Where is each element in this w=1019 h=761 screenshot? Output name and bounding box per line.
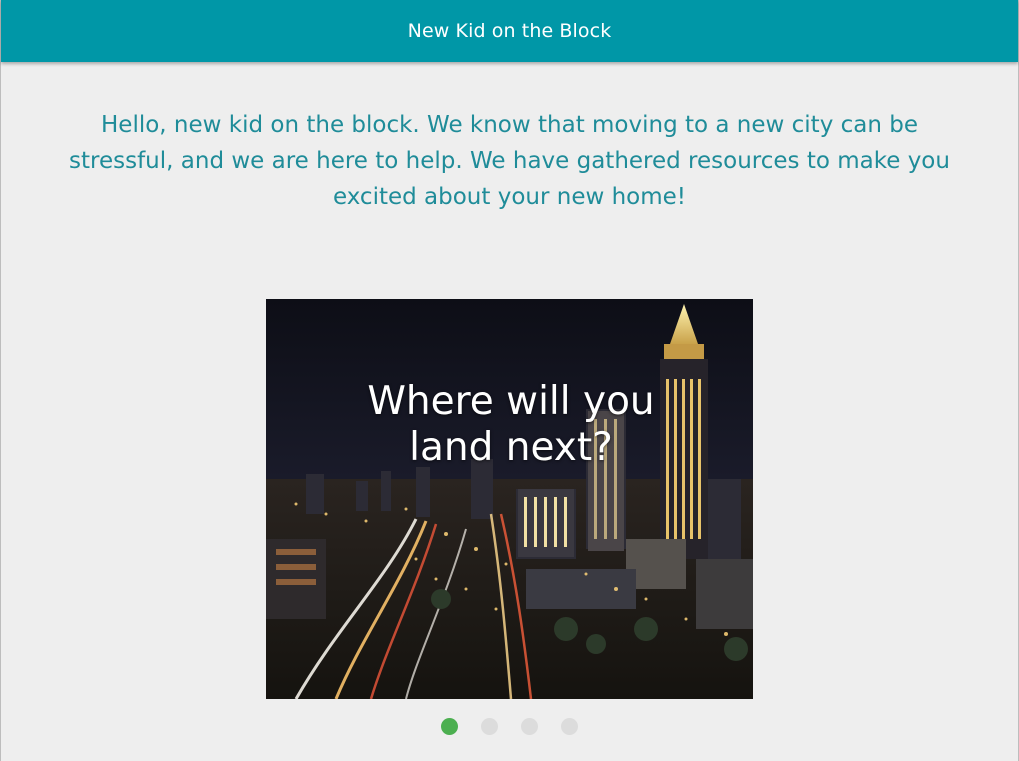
page: New Kid on the Block Hello, new kid on t… bbox=[0, 0, 1019, 761]
app-bar: New Kid on the Block bbox=[1, 0, 1018, 62]
intro-text: Hello, new kid on the block. We know tha… bbox=[69, 112, 950, 210]
image-carousel[interactable]: Where will you land next? bbox=[266, 299, 753, 699]
carousel-indicator-1[interactable] bbox=[441, 718, 458, 735]
carousel-indicator-4[interactable] bbox=[561, 718, 578, 735]
slide-caption: Where will you land next? bbox=[367, 379, 655, 470]
carousel-indicators bbox=[441, 718, 578, 735]
carousel-indicator-2[interactable] bbox=[481, 718, 498, 735]
app-title: New Kid on the Block bbox=[407, 20, 612, 42]
city-night-skyline-image bbox=[266, 299, 753, 699]
carousel-indicator-3[interactable] bbox=[521, 718, 538, 735]
